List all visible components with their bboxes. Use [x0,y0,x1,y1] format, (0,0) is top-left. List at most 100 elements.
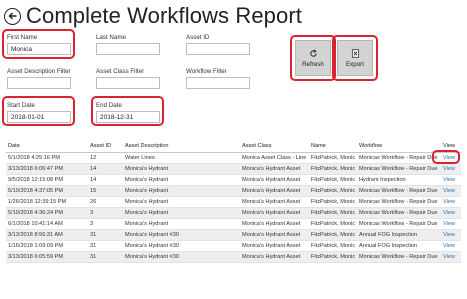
cell-date-text: 5/1/2018 4:25:16 PM [8,154,60,161]
cell-workflow: Monicas Workflow - Repair Due [357,163,441,175]
view-link[interactable]: View [443,243,455,249]
cell-name: FitzPatrick, Monica [309,229,357,241]
cell-date: 5/10/2018 4:37:05 PM [6,185,88,197]
table-row: 9/5/2018 12:15:08 PM 14 Monica's Hydrant Mo… [6,174,461,186]
cell-asset-class: Monica Asset Class - Line [240,152,309,164]
cell-name-text: FitzPatrick, Monica [311,198,355,205]
cell-name-text: FitzPatrick, Monica [311,220,355,227]
cell-workflow-text: Hydrant Inspection [359,176,406,183]
asset-class-filter-label: Asset Class Filter [96,68,145,75]
cell-asset-class-text: Monica's Hydrant Asset [242,165,301,172]
view-link[interactable]: View [443,254,455,260]
cell-name: FitzPatrick, Monica [309,163,357,175]
end-date-highlight [91,96,164,126]
cell-view: View [441,174,461,186]
last-name-input[interactable] [96,43,160,55]
cell-asset-description: Monica's Hydrant #30 [123,251,240,263]
first-name-highlight [2,29,75,59]
cell-asset-description-text: Monica's Hydrant [125,220,169,227]
view-link[interactable]: View [443,177,455,183]
cell-name-text: FitzPatrick, Monica [311,187,355,194]
table-header-row: Date Asset ID Asset Description Asset Cl… [6,141,461,153]
cell-asset-id-text: 14 [90,176,97,183]
cell-name: FitzPatrick, Monica [309,240,357,252]
cell-asset-class: Monica's Hydrant Asset [240,229,309,241]
cell-asset-id: 31 [88,229,123,241]
cell-asset-class-text: Monica's Hydrant Asset [242,220,301,227]
table-row: 5/1/2018 4:25:16 PM 12 Water Lines Monica A… [6,152,461,164]
cell-workflow-text: Monicas Workflow - Repair Due [359,220,438,227]
cell-date-text: 5/10/2018 4:36:24 PM [8,209,64,216]
cell-view: View [441,240,461,252]
header-asset-id[interactable]: Asset ID [88,141,123,153]
workflow-filter-input[interactable] [186,77,250,89]
cell-name: FitzPatrick, Monica [309,207,357,219]
cell-asset-class-text: Monica's Hydrant Asset [242,176,301,183]
cell-asset-id: 12 [88,152,123,164]
header-asset-class[interactable]: Asset Class [240,141,309,153]
view-link[interactable]: View [443,210,455,216]
cell-date: 1/16/2018 1:09:09 PM [6,240,88,252]
cell-asset-id-text: 14 [90,165,97,172]
cell-date: 6/1/2018 10:41:14 AM [6,218,88,230]
cell-asset-description: Monica's Hydrant [123,163,240,175]
cell-asset-id-text: 3 [90,209,94,216]
workflow-filter-label: Workflow Filter [186,68,227,75]
cell-name: FitzPatrick, Monica [309,152,357,164]
cell-asset-class: Monica's Hydrant Asset [240,196,309,208]
header-name[interactable]: Name [309,141,357,153]
view-link[interactable]: View [443,221,455,227]
back-arrow-icon[interactable] [4,7,21,25]
cell-workflow: Monicas Workflow - Repair Due [357,196,441,208]
header-date[interactable]: Date [6,141,88,153]
cell-workflow-text: Monicas Workflow - Repair Due [359,154,438,161]
page-header: Complete Workflows Report [4,3,302,29]
header-workflow[interactable]: Workflow [357,141,441,153]
cell-workflow-text: Monicas Workflow - Repair Due [359,209,438,216]
cell-date: 5/1/2018 4:25:16 PM [6,152,88,164]
cell-asset-class: Monica's Hydrant Asset [240,207,309,219]
cell-asset-id: 3 [88,218,123,230]
cell-workflow-text: Annual FOG Inspection [359,242,418,249]
cell-asset-id: 31 [88,251,123,263]
cell-name: FitzPatrick, Monica [309,196,357,208]
workflow-filter-group: Workflow Filter [186,68,250,89]
cell-name-text: FitzPatrick, Monica [311,154,355,161]
asset-description-filter-input[interactable] [7,77,71,89]
cell-asset-class: Monica's Hydrant Asset [240,163,309,175]
cell-view: View [441,251,461,263]
cell-asset-class: Monica's Hydrant Asset [240,185,309,197]
table-row: 5/10/2018 4:37:05 PM 15 Monica's Hydrant Mo… [6,185,461,197]
cell-workflow-text: Monicas Workflow - Repair Due [359,253,438,260]
cell-asset-class-text: Monica's Hydrant Asset [242,242,301,249]
cell-asset-class: Monica's Hydrant Asset [240,218,309,230]
header-asset-description[interactable]: Asset Description [123,141,240,153]
asset-id-input[interactable] [186,43,250,55]
cell-workflow: Monicas Workflow - Repair Due [357,207,441,219]
cell-workflow: Annual FOG Inspection [357,229,441,241]
cell-view: View [441,207,461,219]
cell-name: FitzPatrick, Monica [309,218,357,230]
cell-asset-id-text: 12 [90,154,97,161]
cell-workflow-text: Monicas Workflow - Repair Due [359,165,438,172]
cell-asset-id-text: 31 [90,231,97,238]
cell-asset-class-text: Monica's Hydrant Asset [242,187,301,194]
view-link[interactable]: View [443,232,455,238]
cell-workflow-text: Monicas Workflow - Repair Due [359,198,438,205]
view-highlight [432,150,460,164]
cell-date: 3/13/2018 8:56:31 AM [6,229,88,241]
cell-view: View [441,185,461,197]
cell-date: 9/5/2018 12:15:08 PM [6,174,88,186]
cell-asset-class-text: Monica's Hydrant Asset [242,231,301,238]
cell-workflow: Monicas Workflow - Repair Due [357,251,441,263]
view-link[interactable]: View [443,188,455,194]
table-row: 5/10/2018 4:36:24 PM 3 Monica's Hydrant Mon… [6,207,461,219]
view-link[interactable]: View [443,199,455,205]
asset-class-filter-input[interactable] [96,77,160,89]
cell-asset-class: Monica's Hydrant Asset [240,251,309,263]
view-link[interactable]: View [443,166,455,172]
cell-name-text: FitzPatrick, Monica [311,242,355,249]
start-date-highlight [2,96,75,126]
cell-workflow: Annual FOG Inspection [357,240,441,252]
cell-asset-description-text: Monica's Hydrant #30 [125,231,179,238]
